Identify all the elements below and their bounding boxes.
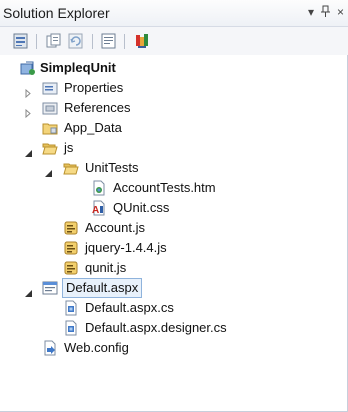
collapse-arrow-icon[interactable] — [24, 144, 33, 157]
solution-icon — [20, 60, 36, 76]
tree-item-default-aspx-designer-cs[interactable]: Default.aspx.designer.cs — [0, 318, 348, 338]
collapse-arrow-icon[interactable] — [24, 284, 33, 297]
tree-item-references[interactable]: References — [0, 98, 348, 119]
tree-item-label: References — [64, 100, 131, 115]
collapse-arrow-icon[interactable] — [44, 164, 53, 177]
show-all-files-icon[interactable] — [45, 32, 63, 50]
cs-file-icon — [63, 320, 79, 336]
tree-item-label: Default.aspx — [62, 278, 143, 298]
config-file-icon — [42, 340, 58, 356]
panel-title: Solution Explorer — [3, 5, 110, 21]
tree-item-properties[interactable]: Properties — [0, 78, 348, 99]
window-menu-dropdown-icon[interactable]: ▾ — [308, 5, 314, 19]
tree-item-qunit-js[interactable]: qunit.js — [0, 258, 348, 278]
properties-folder-icon — [42, 80, 58, 96]
tree-item-js-folder[interactable]: js — [0, 138, 348, 158]
close-icon[interactable]: × — [337, 5, 344, 19]
tree-item-label: jquery-1.4.4.js — [85, 240, 167, 255]
references-folder-icon — [42, 100, 58, 116]
js-file-icon — [63, 240, 79, 256]
tree-item-label: SimpleqUnit — [40, 60, 116, 75]
tree-item-unittests-folder[interactable]: UnitTests — [0, 158, 348, 178]
tree-item-qunit-css[interactable]: A QUnit.css — [0, 198, 348, 218]
tree-item-label: js — [64, 140, 74, 155]
solution-explorer-panel: Solution Explorer ▾ × SimpleqUnit Proper… — [0, 0, 348, 412]
css-file-icon: A — [91, 200, 107, 216]
view-class-diagram-icon[interactable] — [133, 32, 151, 50]
expand-arrow-icon[interactable] — [24, 84, 33, 99]
tree-item-label: QUnit.css — [113, 200, 170, 215]
tree-item-label: App_Data — [64, 120, 122, 135]
title-bar: Solution Explorer ▾ × — [0, 0, 348, 27]
expand-arrow-icon[interactable] — [24, 104, 33, 119]
folder-icon — [42, 120, 58, 136]
open-folder-icon — [42, 140, 58, 156]
tree-item-default-aspx-cs[interactable]: Default.aspx.cs — [0, 298, 348, 318]
aspx-file-icon — [42, 280, 58, 296]
tree-item-default-aspx[interactable]: Default.aspx — [0, 278, 348, 298]
tree-item-app-data[interactable]: App_Data — [0, 118, 348, 138]
open-folder-icon — [63, 160, 79, 176]
toolbar-separator — [36, 34, 37, 49]
tree-item-label: Properties — [64, 80, 124, 95]
js-file-icon — [63, 260, 79, 276]
tree-item-label: UnitTests — [85, 160, 139, 175]
tree-item-solution[interactable]: SimpleqUnit — [0, 58, 348, 78]
js-file-icon — [63, 220, 79, 236]
tree-item-label: Default.aspx.designer.cs — [85, 320, 227, 335]
tree-item-label: qunit.js — [85, 260, 127, 275]
refresh-icon[interactable] — [67, 32, 85, 50]
html-file-icon — [91, 180, 107, 196]
view-code-icon[interactable] — [100, 32, 118, 50]
properties-icon[interactable] — [12, 32, 30, 50]
tree-item-jquery-js[interactable]: jquery-1.4.4.js — [0, 238, 348, 258]
tree-item-label: Account.js — [85, 220, 145, 235]
tree-item-accounttests-htm[interactable]: AccountTests.htm — [0, 178, 348, 198]
svg-text:A: A — [92, 205, 99, 216]
toolbar-separator — [92, 34, 93, 49]
tree-item-label: AccountTests.htm — [113, 180, 216, 195]
toolbar — [0, 27, 348, 55]
cs-file-icon — [63, 300, 79, 316]
pin-icon[interactable] — [321, 5, 330, 20]
tree-item-label: Web.config — [64, 340, 129, 355]
tree-item-label: Default.aspx.cs — [85, 300, 174, 315]
tree-item-account-js[interactable]: Account.js — [0, 218, 348, 238]
toolbar-separator — [124, 34, 125, 49]
tree-item-web-config[interactable]: Web.config — [0, 338, 348, 358]
